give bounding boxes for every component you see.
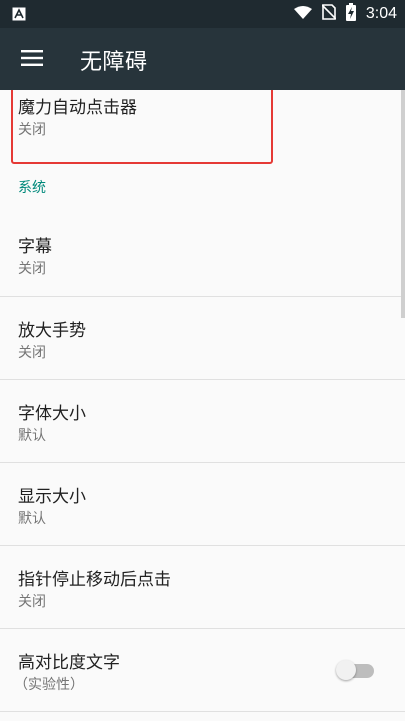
setting-item-magnification[interactable]: 放大手势 关闭 (0, 297, 405, 379)
setting-item-summary: 关闭 (18, 345, 46, 361)
app-notification-icon (12, 6, 26, 21)
settings-list: 魔力自动点击器 关闭 系统 字幕 关闭 放大手势 关闭 字体大小 默认 显示大小… (0, 90, 405, 721)
high-contrast-toggle[interactable] (336, 660, 376, 680)
setting-item-auto-clicker[interactable]: 魔力自动点击器 关闭 (0, 90, 405, 170)
setting-item-high-contrast-text[interactable]: 高对比度文字 （实验性） (0, 629, 405, 711)
setting-item-title: 指针停止移动后点击 (18, 570, 171, 590)
app-bar: 无障碍 (0, 28, 405, 90)
setting-item-font-size[interactable]: 字体大小 默认 (0, 380, 405, 462)
setting-item-dwell-click[interactable]: 指针停止移动后点击 关闭 (0, 546, 405, 628)
setting-item-title: 魔力自动点击器 (18, 98, 137, 118)
no-sim-icon (321, 4, 337, 24)
section-header: 系统 (18, 180, 46, 196)
setting-item-summary: 关闭 (18, 261, 46, 277)
setting-item-summary: 默认 (18, 511, 46, 527)
setting-item-display-size[interactable]: 显示大小 默认 (0, 463, 405, 545)
setting-item-title: 字体大小 (18, 404, 86, 424)
wifi-icon (293, 5, 312, 24)
menu-button[interactable] (14, 46, 50, 74)
hamburger-menu-icon (21, 50, 43, 70)
setting-item-title: 放大手势 (18, 321, 86, 341)
setting-item-title: 高对比度文字 (18, 653, 120, 673)
setting-item-title: 字幕 (18, 237, 52, 257)
divider (0, 711, 405, 712)
battery-charging-icon (345, 3, 356, 25)
setting-item-summary: 关闭 (18, 594, 46, 610)
status-bar: 3:04 (0, 0, 405, 28)
status-time: 3:04 (365, 5, 397, 22)
setting-item-summary: 关闭 (18, 122, 46, 138)
setting-item-title: 显示大小 (18, 487, 86, 507)
setting-item-captions[interactable]: 字幕 关闭 (0, 212, 405, 296)
scrollbar[interactable] (401, 90, 405, 318)
toggle-thumb (336, 660, 356, 680)
setting-item-summary: （实验性） (14, 677, 84, 693)
page-title: 无障碍 (80, 50, 148, 75)
setting-item-summary: 默认 (18, 428, 46, 444)
